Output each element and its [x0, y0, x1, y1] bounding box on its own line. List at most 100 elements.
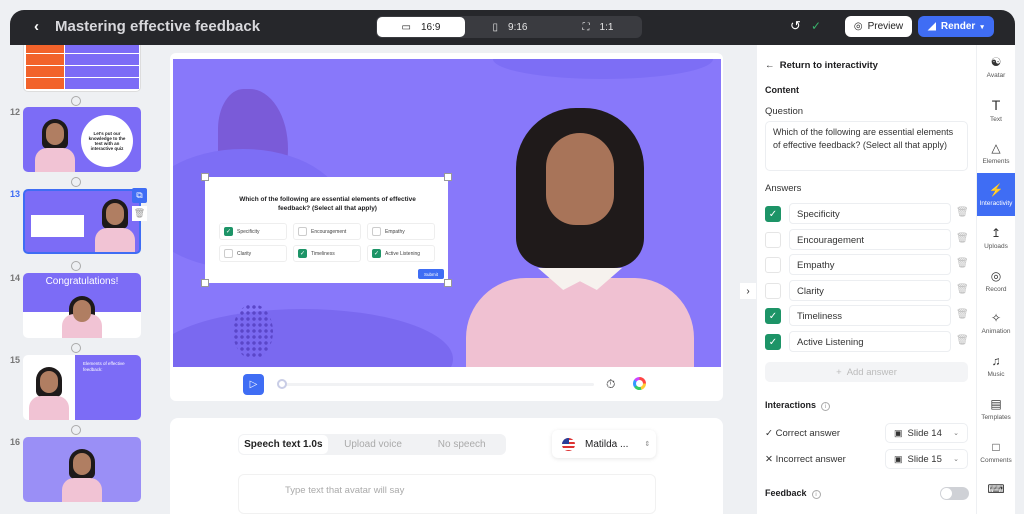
answer-checkbox[interactable]: ✓ — [765, 206, 781, 222]
rail-avatar[interactable]: ☯ Avatar — [977, 45, 1015, 88]
trash-icon[interactable]: 🗑 — [956, 309, 969, 320]
trash-icon[interactable]: 🗑 — [956, 258, 969, 269]
rail-record[interactable]: ◎ Record — [977, 259, 1015, 302]
slide-thumb-16[interactable] — [23, 437, 141, 502]
answer-row: ✓ Active Listening 🗑 — [765, 331, 970, 352]
resize-handle[interactable] — [201, 279, 209, 287]
voice-selector[interactable]: Matilda ... ⇕ — [552, 430, 656, 458]
ratio-1-1[interactable]: ⛶ 1:1 — [554, 16, 642, 38]
rail-templates[interactable]: ▤ Templates — [977, 387, 1015, 430]
slide-thumb-11[interactable] — [23, 45, 141, 92]
trash-icon[interactable]: 🗑 — [956, 207, 969, 218]
transition-link-icon[interactable] — [71, 96, 81, 106]
project-title[interactable]: Mastering effective feedback — [55, 18, 260, 35]
rail-keyboard[interactable]: ⌨ — [977, 467, 1015, 510]
rail-interactivity[interactable]: ⚡ Interactivity — [977, 173, 1015, 216]
quiz-option[interactable]: ✓ Specificity — [219, 223, 287, 240]
collapse-panel-icon[interactable]: › — [740, 283, 756, 299]
upload-icon: ↥ — [990, 225, 1002, 240]
answer-input[interactable]: Empathy — [789, 254, 951, 275]
rail-animation[interactable]: ✧ Animation — [977, 301, 1015, 344]
slide-thumb-14[interactable]: Congratulations! — [23, 273, 141, 338]
answer-input[interactable]: Timeliness — [789, 305, 951, 326]
add-answer-button[interactable]: + Add answer — [765, 362, 968, 382]
incorrect-answer-select[interactable]: ▣ Slide 15 ⌄ — [885, 449, 968, 469]
answer-checkbox[interactable] — [765, 257, 781, 273]
comment-icon: □ — [992, 439, 1000, 454]
ratio-16-9[interactable]: ▭ 16:9 — [377, 17, 465, 37]
answer-checkbox[interactable] — [765, 283, 781, 299]
render-button[interactable]: ◢ Render ▾ — [918, 16, 994, 37]
speech-text-input[interactable]: Type text that avatar will say — [238, 474, 656, 514]
phone-icon: ▯ — [492, 21, 499, 33]
duplicate-icon[interactable]: ⧉ — [132, 188, 147, 203]
transition-link-icon[interactable] — [71, 261, 81, 271]
preview-button[interactable]: ◎ Preview — [845, 16, 912, 37]
tab-speech-text[interactable]: Speech text 1.0s — [239, 435, 328, 454]
resize-handle[interactable] — [444, 173, 452, 181]
rail-text[interactable]: T Text — [977, 88, 1015, 131]
avatar-face — [546, 133, 614, 225]
slide-number: 16 — [10, 437, 21, 447]
rail-uploads[interactable]: ↥ Uploads — [977, 216, 1015, 259]
slide-icon: ▣ — [894, 453, 903, 464]
quiz-option[interactable]: Encouragement — [293, 223, 361, 240]
stopwatch-icon[interactable]: ⏱ — [606, 377, 615, 392]
answer-row: Encouragement 🗑 — [765, 229, 970, 250]
quiz-submit-button[interactable]: Submit — [418, 269, 444, 279]
return-to-interactivity-link[interactable]: ← Return to interactivity — [765, 60, 878, 71]
trash-icon[interactable]: 🗑 — [956, 284, 969, 295]
person-icon: ☯ — [990, 54, 1002, 69]
trash-icon[interactable]: 🗑 — [132, 206, 147, 221]
color-wheel-icon[interactable] — [633, 377, 646, 390]
answer-input[interactable]: Clarity — [789, 280, 951, 301]
answer-checkbox[interactable] — [765, 232, 781, 248]
checkbox-checked-icon: ✓ — [372, 249, 381, 258]
tab-no-speech[interactable]: No speech — [417, 434, 506, 455]
answer-checkbox[interactable]: ✓ — [765, 308, 781, 324]
rail-elements[interactable]: △ Elements — [977, 131, 1015, 174]
back-icon[interactable]: ‹ — [34, 18, 39, 35]
play-button[interactable]: ▷ — [243, 374, 264, 395]
quiz-option[interactable]: Empathy — [367, 223, 435, 240]
question-textarea[interactable]: Which of the following are essential ele… — [765, 121, 968, 171]
quiz-option[interactable]: ✓ Active Listening — [367, 245, 435, 262]
transition-link-icon[interactable] — [71, 177, 81, 187]
feedback-toggle[interactable] — [940, 487, 969, 500]
timeline-scrubber[interactable] — [277, 379, 287, 389]
answer-input[interactable]: Specificity — [789, 203, 951, 224]
tab-upload-voice[interactable]: Upload voice — [329, 434, 418, 455]
slide-caption: Elements of effective feedback: — [83, 361, 125, 372]
slide-icon: ▣ — [894, 427, 903, 438]
quiz-option[interactable]: ✓ Timeliness — [293, 245, 361, 262]
resize-handle[interactable] — [444, 279, 452, 287]
timeline-track[interactable] — [280, 383, 594, 386]
slide-list[interactable]: 12 Let's put our knowledge to the test w… — [0, 45, 150, 514]
quiz-option[interactable]: Clarity — [219, 245, 287, 262]
answer-checkbox[interactable]: ✓ — [765, 334, 781, 350]
avatar-presenter[interactable] — [466, 108, 721, 367]
player-controls: ▷ ⏱ — [170, 367, 723, 401]
incorrect-answer-label: ✕ Incorrect answer — [765, 454, 846, 465]
slide-thumb-12[interactable]: Let's put our knowledge to the test with… — [23, 107, 141, 172]
answer-input[interactable]: Encouragement — [789, 229, 951, 250]
slide-number: 15 — [10, 355, 21, 365]
info-icon[interactable]: i — [811, 490, 821, 499]
transition-link-icon[interactable] — [71, 343, 81, 353]
transition-link-icon[interactable] — [71, 425, 81, 435]
info-icon[interactable]: i — [821, 402, 831, 411]
correct-answer-select[interactable]: ▣ Slide 14 ⌄ — [885, 423, 968, 443]
slide-thumb-13[interactable] — [23, 189, 141, 254]
trash-icon[interactable]: 🗑 — [956, 335, 969, 346]
slide-thumb-15[interactable]: Elements of effective feedback: — [23, 355, 141, 420]
ratio-9-16[interactable]: ▯ 9:16 — [466, 16, 554, 38]
quiz-widget[interactable]: Which of the following are essential ele… — [201, 173, 452, 287]
resize-handle[interactable] — [201, 173, 209, 181]
avatar-thumbnail — [29, 365, 69, 420]
updown-icon: ⇕ — [644, 441, 651, 448]
trash-icon[interactable]: 🗑 — [956, 233, 969, 244]
rail-music[interactable]: ♫ Music — [977, 344, 1015, 387]
undo-icon[interactable]: ↺ — [790, 18, 801, 34]
answer-input[interactable]: Active Listening — [789, 331, 951, 352]
us-flag-icon — [562, 437, 575, 451]
